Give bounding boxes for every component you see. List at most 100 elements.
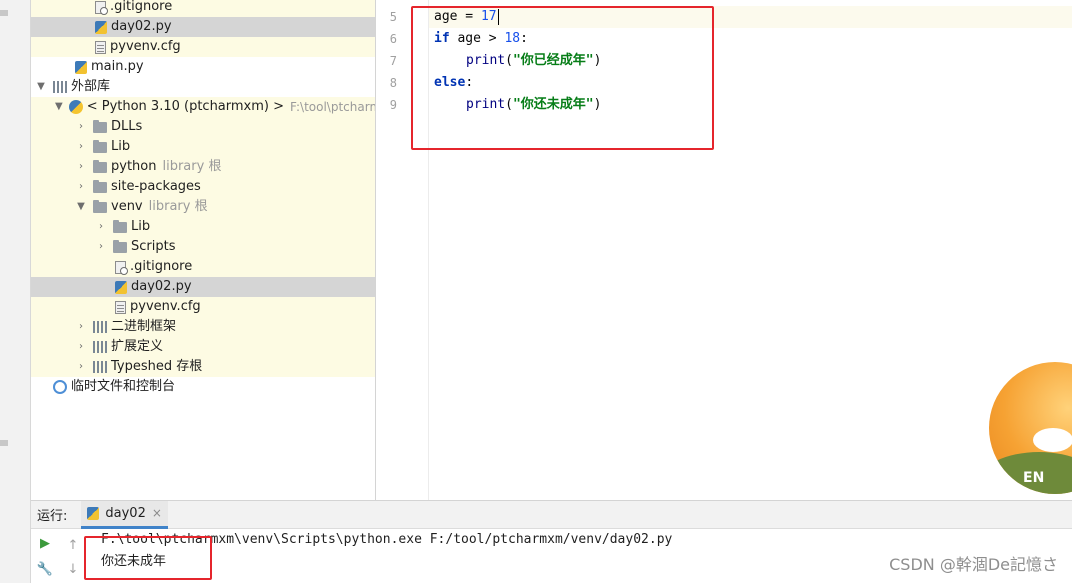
python-file-icon	[115, 280, 127, 294]
python-file-icon	[75, 60, 87, 74]
tree-item-venv-lib[interactable]: › Lib	[31, 217, 375, 237]
line-number: 8	[389, 76, 397, 90]
code-editor[interactable]: 5 6 7 8 9 age = 17 if age > 18: print("你…	[377, 0, 1072, 500]
code-text: age =	[434, 9, 481, 24]
line-number: 6	[389, 32, 397, 46]
code-text: )	[593, 97, 602, 112]
tree-item-day02[interactable]: day02.py	[31, 17, 375, 37]
run-icon[interactable]: ▶	[37, 535, 53, 551]
code-text: :	[465, 75, 474, 90]
arrow-down-icon[interactable]: ↓	[65, 561, 81, 577]
tree-item-python[interactable]: › python library 根	[31, 157, 375, 177]
chevron-right-icon[interactable]: ›	[75, 157, 87, 177]
code-line[interactable]: print("你还未成年")	[466, 94, 601, 116]
code-line[interactable]: print("你已经成年")	[466, 50, 601, 72]
chevron-right-icon[interactable]: ›	[75, 137, 87, 157]
tree-item-venv-gitignore[interactable]: .gitignore	[31, 257, 375, 277]
tree-item-venv[interactable]: ▼ venv library 根	[31, 197, 375, 217]
tree-item-pyvenv[interactable]: pyvenv.cfg	[31, 37, 375, 57]
config-file-icon	[115, 300, 126, 314]
console-command-line: F:\tool\ptcharmxm\venv\Scripts\python.ex…	[101, 532, 673, 547]
code-text: (	[505, 53, 513, 68]
tree-item-label: 外部库	[71, 79, 111, 94]
run-header: 运行: day02 ×	[31, 500, 1072, 529]
line-number: 7	[389, 54, 397, 68]
chevron-right-icon[interactable]: ›	[95, 237, 107, 257]
code-text: )	[593, 53, 602, 68]
code-number: 17	[480, 9, 497, 24]
chevron-right-icon[interactable]: ›	[75, 357, 87, 377]
python-sdk-icon	[68, 100, 83, 114]
folder-icon	[93, 119, 107, 133]
code-line[interactable]: if age > 18:	[434, 28, 528, 50]
tree-item-label: Typeshed 存根	[111, 359, 203, 374]
library-icon	[93, 321, 107, 333]
chevron-right-icon[interactable]: ›	[75, 337, 87, 357]
gitignore-file-icon	[115, 260, 128, 275]
line-gutter: 5 6 7 8 9	[377, 0, 429, 500]
code-keyword: if	[434, 31, 450, 46]
tree-item-lib[interactable]: › Lib	[31, 137, 375, 157]
code-number: 18	[504, 31, 521, 46]
left-tool-strip	[0, 0, 31, 500]
chevron-right-icon[interactable]: ›	[75, 317, 87, 337]
tree-item-label: 临时文件和控制台	[71, 379, 176, 394]
chevron-right-icon[interactable]: ›	[75, 177, 87, 197]
code-line[interactable]: age = 17	[434, 6, 500, 28]
tree-item-dlls[interactable]: › DLLs	[31, 117, 375, 137]
tree-item-label: main.py	[91, 59, 144, 74]
chevron-right-icon[interactable]: ›	[95, 217, 107, 237]
tree-item-venv-pyvenv[interactable]: pyvenv.cfg	[31, 297, 375, 317]
line-number: 9	[389, 98, 397, 112]
tree-item-scripts[interactable]: › Scripts	[31, 237, 375, 257]
scratches-icon	[53, 380, 67, 394]
library-icon	[93, 361, 107, 373]
code-string: "你还未成年"	[512, 97, 594, 112]
arrow-up-icon[interactable]: ↑	[65, 537, 81, 553]
tree-item-label: pyvenv.cfg	[130, 299, 201, 314]
library-root-tag: library 根	[162, 159, 222, 174]
tree-item-site-packages[interactable]: › site-packages	[31, 177, 375, 197]
tree-item-gitignore[interactable]: .gitignore	[31, 0, 375, 17]
folder-icon	[93, 199, 107, 213]
chevron-down-icon[interactable]: ▼	[75, 197, 87, 217]
folder-icon	[113, 219, 127, 233]
code-function: print	[466, 53, 506, 68]
left-tool-strip-bottom	[0, 500, 31, 583]
text-caret	[497, 8, 500, 25]
tree-item-label: 二进制框架	[111, 319, 177, 334]
library-icon	[93, 341, 107, 353]
tree-item-external-libs[interactable]: ▼ 外部库	[31, 77, 375, 97]
code-text: :	[520, 31, 528, 46]
tree-item-extensions[interactable]: › 扩展定义	[31, 337, 375, 357]
tree-item-typeshed[interactable]: › Typeshed 存根	[31, 357, 375, 377]
wrench-icon[interactable]: 🔧	[37, 561, 53, 577]
folder-icon	[113, 239, 127, 253]
run-tab-day02[interactable]: day02 ×	[81, 500, 168, 529]
tree-item-venv-day02[interactable]: day02.py	[31, 277, 375, 297]
tree-item-binary-frameworks[interactable]: › 二进制框架	[31, 317, 375, 337]
line-number: 5	[389, 10, 397, 24]
close-icon[interactable]: ×	[152, 506, 162, 520]
tree-item-label: < Python 3.10 (ptcharmxm) >	[86, 99, 285, 114]
strip-marker	[0, 10, 8, 16]
project-tree: .gitignore day02.py pyvenv.cfg main.py ▼…	[31, 0, 376, 500]
strip-marker	[0, 440, 8, 446]
code-function: print	[466, 97, 506, 112]
tree-item-scratches[interactable]: 临时文件和控制台	[31, 377, 375, 397]
run-tab-label: day02	[105, 505, 146, 521]
run-label: 运行:	[37, 509, 68, 524]
code-line[interactable]: else:	[434, 72, 473, 94]
run-toolbar: ▶ ↑ 🔧 ↓	[31, 529, 85, 583]
code-text: age >	[449, 31, 505, 46]
chevron-down-icon[interactable]: ▼	[35, 77, 47, 97]
chevron-down-icon[interactable]: ▼	[55, 97, 63, 117]
tree-item-label: .gitignore	[130, 259, 193, 274]
tree-item-main[interactable]: main.py	[31, 57, 375, 77]
tree-item-python-sdk[interactable]: ▼ < Python 3.10 (ptcharmxm) > F:\tool\pt…	[31, 97, 375, 117]
current-line-highlight	[429, 6, 1072, 28]
tree-item-label: Lib	[131, 219, 151, 234]
ide-window: .gitignore day02.py pyvenv.cfg main.py ▼…	[0, 0, 1072, 583]
gitignore-file-icon	[95, 0, 108, 15]
chevron-right-icon[interactable]: ›	[75, 117, 87, 137]
